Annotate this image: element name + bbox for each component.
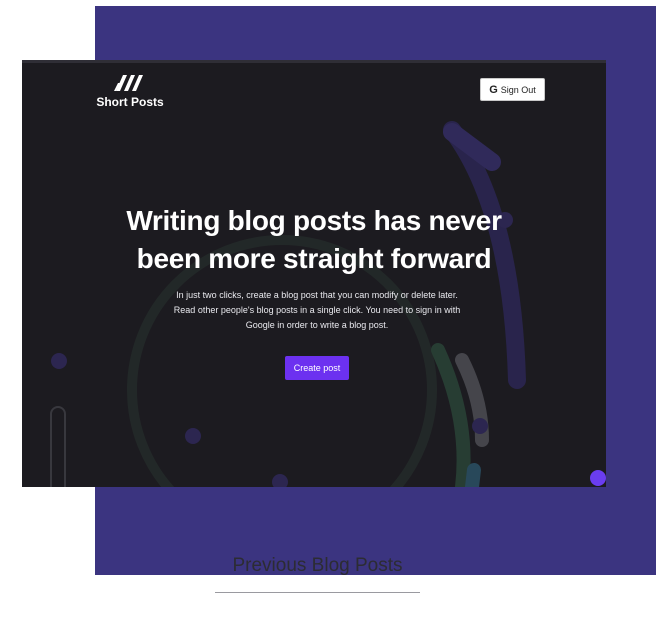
create-post-button[interactable]: Create post — [285, 356, 349, 380]
headline-line-1: Writing blog posts has never — [126, 205, 502, 236]
hero-description: In just two clicks, create a blog post t… — [173, 290, 461, 330]
brand-name: Short Posts — [96, 95, 164, 109]
short-posts-logo-icon — [114, 75, 143, 91]
hero-headline: Writing blog posts has never been more s… — [112, 202, 516, 278]
google-g-icon: G — [489, 83, 498, 96]
sign-out-label: Sign Out — [500, 84, 536, 95]
headline-line-2: been more straight forward — [136, 243, 492, 274]
section-divider — [215, 592, 420, 593]
decorative-dot — [590, 470, 606, 486]
hero-section: Short Posts G Sign Out Writing blog post… — [22, 60, 606, 487]
previous-posts-heading: Previous Blog Posts — [232, 555, 403, 576]
brand-logo[interactable]: Short Posts — [90, 72, 170, 109]
sign-out-button[interactable]: G Sign Out — [480, 78, 545, 101]
